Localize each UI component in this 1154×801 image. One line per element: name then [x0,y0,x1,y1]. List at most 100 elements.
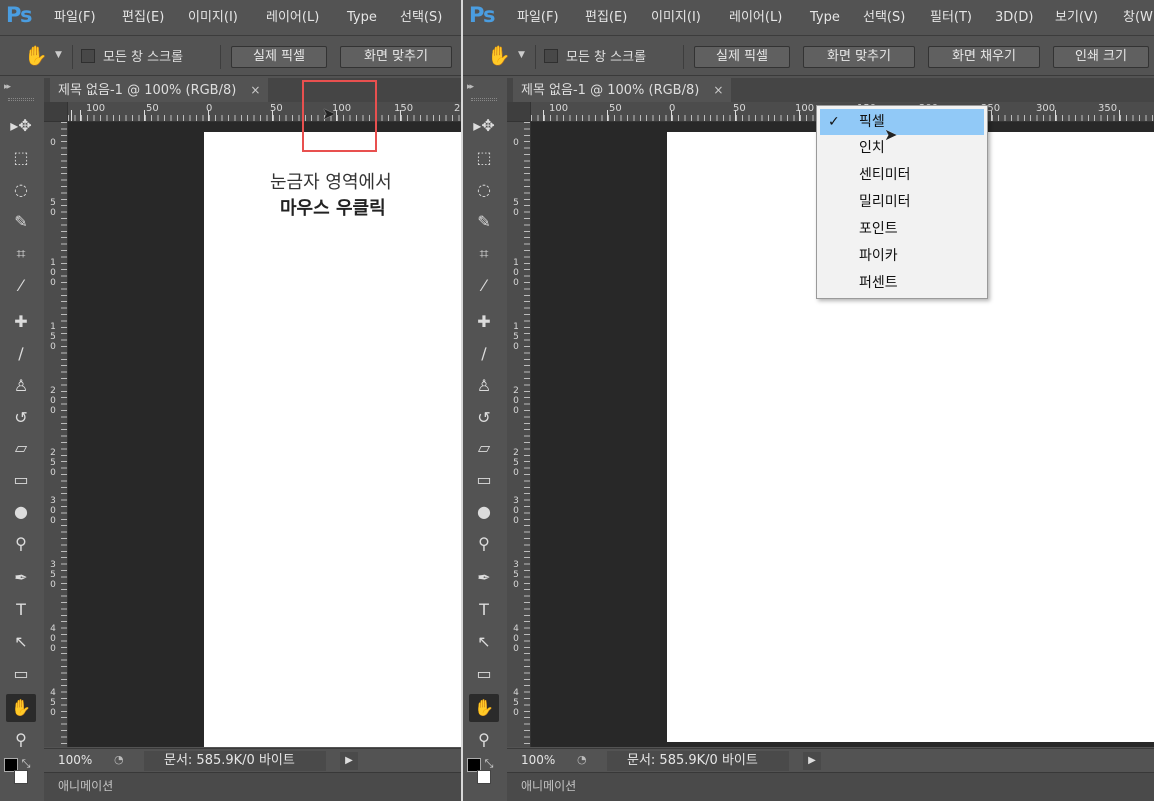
eyedropper-tool-icon[interactable]: ⁄ [6,272,36,300]
pen-tool-icon[interactable]: ✒ [469,564,499,592]
ruler-origin-corner[interactable] [44,102,68,122]
status-menu-arrow-icon[interactable]: ▶ [803,752,821,770]
gradient-tool-icon[interactable]: ▭ [6,466,36,494]
animation-panel-tab[interactable]: 애니메이션 [58,777,113,794]
menu-type[interactable]: Type [347,0,377,36]
status-info-icon[interactable]: ◔ [114,753,134,769]
blur-tool-icon[interactable]: ● [6,498,36,526]
type-tool-icon[interactable]: T [469,596,499,624]
menu-file[interactable]: 파일(F) [517,0,559,36]
fit-screen-button[interactable]: 화면 맞추기 [803,46,915,68]
brush-tool-icon[interactable]: ∕ [469,340,499,368]
tool-preset-caret-icon[interactable]: ▼ [518,50,525,60]
menu-view[interactable]: 보기(V) [1055,0,1098,36]
hand-tool-active-icon[interactable]: ✋ [469,694,499,722]
menu-window[interactable]: 창(W [1123,0,1153,36]
document-info[interactable]: 문서: 585.9K/0 바이트 [144,751,326,771]
menu-layer[interactable]: 레이어(L) [729,0,782,36]
status-info-icon[interactable]: ◔ [577,753,597,769]
swap-colors-icon[interactable]: ⤡ [16,750,36,778]
print-size-button[interactable]: 인쇄 크기 [1053,46,1149,68]
rectangle-tool-icon[interactable]: ▭ [6,660,36,688]
unit-option-picas[interactable]: 파이카 [820,243,984,269]
crop-tool-icon[interactable]: ⌗ [6,240,36,268]
toolbox-grip[interactable] [8,98,34,101]
clone-stamp-tool-icon[interactable]: ♙ [6,372,36,400]
document-canvas[interactable] [204,132,461,747]
rectangle-tool-icon[interactable]: ▭ [469,660,499,688]
hand-tool-icon[interactable]: ✋ [487,46,511,66]
actual-pixels-button[interactable]: 실제 픽셀 [231,46,327,68]
lasso-tool-icon[interactable]: ◌ [469,176,499,204]
ruler-origin-corner[interactable] [507,102,531,122]
unit-option-millimeters[interactable]: 밀리미터 [820,189,984,215]
fill-screen-button[interactable]: 화면 채우기 [928,46,1040,68]
type-tool-icon[interactable]: T [6,596,36,624]
unit-option-centimeters[interactable]: 센티미터 [820,162,984,188]
path-selection-tool-icon[interactable]: ↖ [6,628,36,656]
history-brush-tool-icon[interactable]: ↺ [6,404,36,432]
tool-preset-caret-icon[interactable]: ▼ [55,50,62,60]
canvas-area[interactable] [68,122,461,747]
menu-3d[interactable]: 3D(D) [995,0,1033,36]
menu-image[interactable]: 이미지(I) [651,0,701,36]
toolbox-grip[interactable] [471,98,497,101]
menu-type[interactable]: Type [810,0,840,36]
animation-panel-tab[interactable]: 애니메이션 [521,777,576,794]
unit-option-inches[interactable]: 인치 [820,135,984,161]
status-menu-arrow-icon[interactable]: ▶ [340,752,358,770]
move-tool-icon[interactable]: ▸✥ [469,112,499,140]
eyedropper-tool-icon[interactable]: ⁄ [469,272,499,300]
unit-option-pixels[interactable]: ✓ 픽셀 [820,109,984,135]
brush-tool-icon[interactable]: ∕ [6,340,36,368]
document-tab[interactable]: 제목 없음-1 @ 100% (RGB/8) × [50,78,269,102]
vertical-ruler[interactable]: 0 50 100 150 200 250 300 350 400 450 [507,122,531,747]
toolbox-collapse-icon[interactable]: ▸▸ [467,82,474,92]
marquee-tool-icon[interactable]: ⬚ [469,144,499,172]
move-tool-icon[interactable]: ▸✥ [6,112,36,140]
menu-file[interactable]: 파일(F) [54,0,96,36]
document-info[interactable]: 문서: 585.9K/0 바이트 [607,751,789,771]
vertical-ruler[interactable]: 0 50 100 150 200 250 300 350 400 450 [44,122,68,747]
quick-select-tool-icon[interactable]: ✎ [6,208,36,236]
clone-stamp-tool-icon[interactable]: ♙ [469,372,499,400]
eraser-tool-icon[interactable]: ▱ [6,434,36,462]
document-tab[interactable]: 제목 없음-1 @ 100% (RGB/8) × [513,78,732,102]
healing-brush-tool-icon[interactable]: ✚ [469,308,499,336]
scroll-all-windows-checkbox[interactable] [81,49,95,63]
menu-filter[interactable]: 필터(T) [930,0,972,36]
marquee-tool-icon[interactable]: ⬚ [6,144,36,172]
zoom-level[interactable]: 100% [58,753,92,767]
gradient-tool-icon[interactable]: ▭ [469,466,499,494]
history-brush-tool-icon[interactable]: ↺ [469,404,499,432]
unit-option-percent[interactable]: 퍼센트 [820,270,984,296]
unit-option-points[interactable]: 포인트 [820,216,984,242]
swap-colors-icon[interactable]: ⤡ [479,750,499,778]
path-selection-tool-icon[interactable]: ↖ [469,628,499,656]
scroll-all-windows-checkbox[interactable] [544,49,558,63]
actual-pixels-button[interactable]: 실제 픽셀 [694,46,790,68]
eraser-tool-icon[interactable]: ▱ [469,434,499,462]
close-tab-icon[interactable]: × [250,83,260,97]
menu-select[interactable]: 선택(S) [863,0,905,36]
toolbox-collapse-icon[interactable]: ▸▸ [4,82,11,92]
hand-tool-icon[interactable]: ✋ [24,46,48,66]
dodge-tool-icon[interactable]: ⚲ [469,530,499,558]
dodge-tool-icon[interactable]: ⚲ [6,530,36,558]
crop-tool-icon[interactable]: ⌗ [469,240,499,268]
menu-image[interactable]: 이미지(I) [188,0,238,36]
menu-edit[interactable]: 편집(E) [122,0,164,36]
hand-tool-active-icon[interactable]: ✋ [6,694,36,722]
pen-tool-icon[interactable]: ✒ [6,564,36,592]
fit-screen-button[interactable]: 화면 맞추기 [340,46,452,68]
lasso-tool-icon[interactable]: ◌ [6,176,36,204]
quick-select-tool-icon[interactable]: ✎ [469,208,499,236]
close-tab-icon[interactable]: × [713,83,723,97]
zoom-level[interactable]: 100% [521,753,555,767]
blur-tool-icon[interactable]: ● [469,498,499,526]
menu-layer[interactable]: 레이어(L) [266,0,319,36]
menu-edit[interactable]: 편집(E) [585,0,627,36]
menu-select[interactable]: 선택(S) [400,0,442,36]
healing-brush-tool-icon[interactable]: ✚ [6,308,36,336]
horizontal-ruler[interactable]: 100 50 0 50 100 150 20 [68,102,461,122]
